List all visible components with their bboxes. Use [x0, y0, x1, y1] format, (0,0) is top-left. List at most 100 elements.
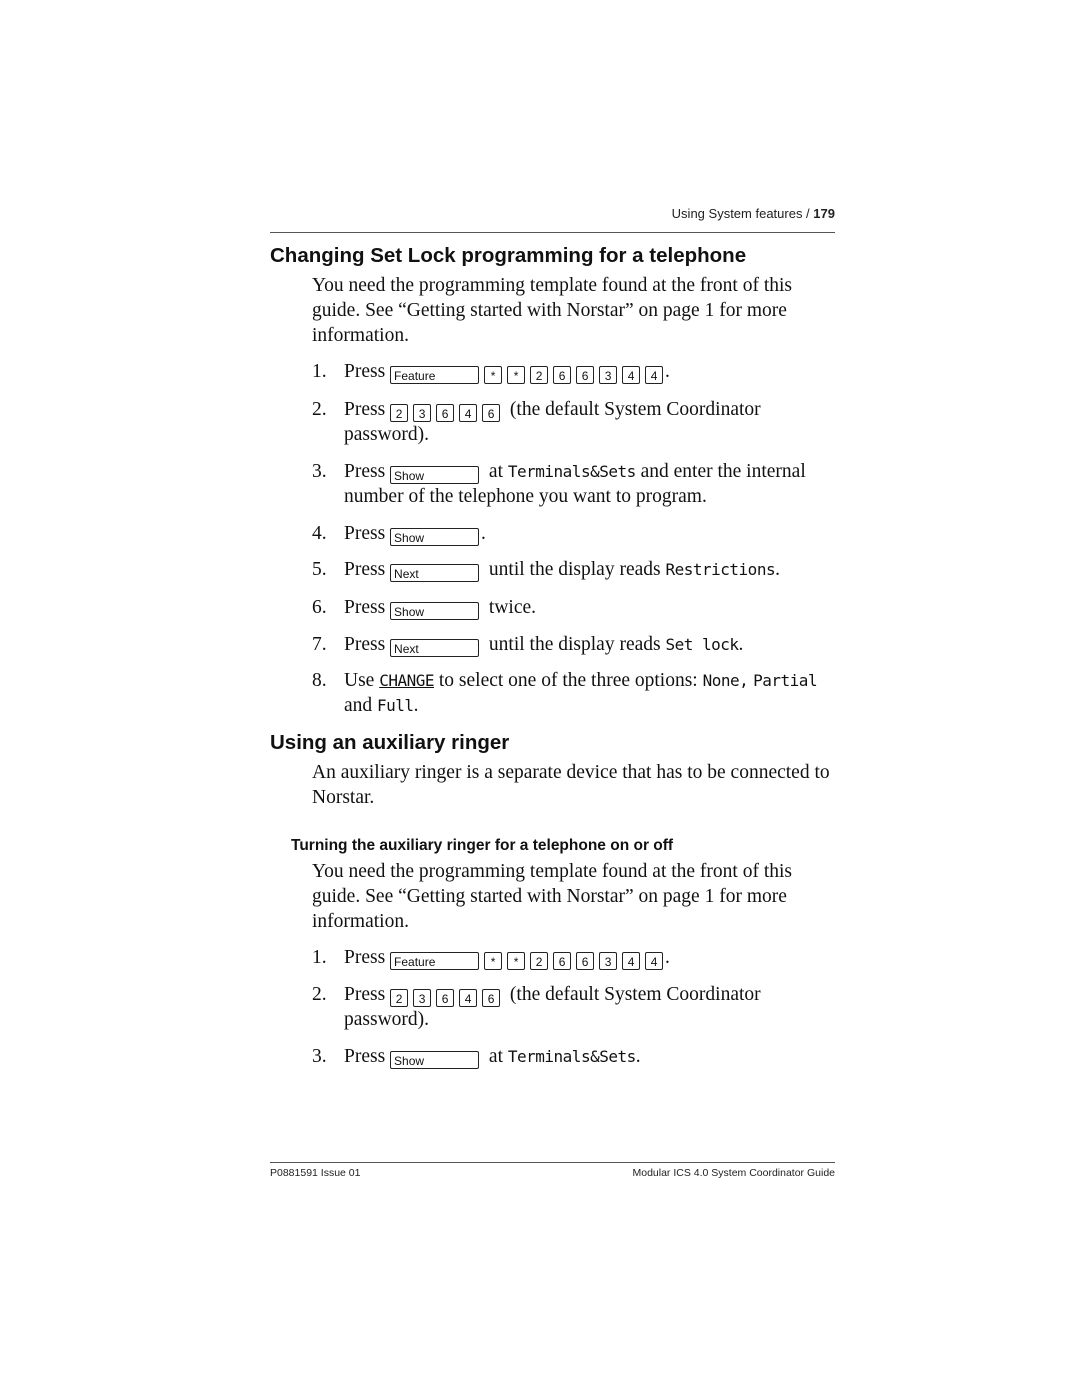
step-text: Press — [344, 597, 386, 618]
step-text: Use — [344, 670, 375, 691]
step-number: 1. — [312, 361, 327, 382]
step-text: Press — [344, 634, 386, 655]
key-digit[interactable]: 4 — [622, 952, 641, 970]
header-rule — [270, 232, 835, 233]
step-text: Press — [344, 361, 386, 382]
show-key[interactable]: Show — [390, 466, 480, 484]
step-text: Press — [344, 399, 386, 420]
feature-key[interactable]: Feature — [390, 952, 480, 970]
step-3: 3. Press Show at Terminals&Sets. — [312, 1044, 842, 1069]
key-digit[interactable]: 2 — [390, 404, 409, 422]
step-3: 3. Press Show at Terminals&Sets and ente… — [312, 459, 842, 509]
footer-guide-title: Modular ICS 4.0 System Coordinator Guide — [632, 1167, 835, 1179]
key-star[interactable]: * — [507, 366, 526, 384]
step-number: 2. — [312, 399, 327, 420]
footer-doc-number: P0881591 Issue 01 — [270, 1167, 361, 1179]
show-key[interactable]: Show — [390, 528, 480, 546]
step-number: 1. — [312, 947, 327, 968]
section1-intro: You need the programming template found … — [312, 275, 793, 346]
step-text: twice. — [488, 597, 537, 618]
display-text: Set lock — [665, 635, 739, 654]
header-section: Using System features / — [671, 206, 814, 221]
step-text: Press — [344, 947, 386, 968]
step-1: 1. Press Feature * * 2 6 6 3 4 4. — [312, 945, 842, 970]
show-key[interactable]: Show — [390, 602, 480, 620]
key-digit[interactable]: 3 — [413, 404, 432, 422]
key-digit[interactable]: 6 — [436, 404, 455, 422]
key-digit[interactable]: 6 — [482, 404, 501, 422]
key-star[interactable]: * — [484, 366, 503, 384]
step-text: Press — [344, 461, 386, 482]
step-text: . — [775, 559, 780, 580]
step-text: Press — [344, 984, 386, 1005]
section-title-set-lock: Changing Set Lock programming for a tele… — [270, 244, 747, 267]
next-key[interactable]: Next — [390, 564, 480, 582]
key-digit[interactable]: 3 — [599, 366, 618, 384]
key-digit[interactable]: 6 — [553, 366, 572, 384]
running-header: Using System features / 179 — [270, 206, 835, 221]
section2-intro: An auxiliary ringer is a separate device… — [312, 762, 830, 808]
step-number: 6. — [312, 597, 327, 618]
key-digit[interactable]: 2 — [530, 366, 549, 384]
step-text: . — [665, 947, 670, 968]
key-digit[interactable]: 4 — [459, 989, 478, 1007]
step-number: 3. — [312, 461, 327, 482]
step-number: 3. — [312, 1046, 327, 1067]
key-star[interactable]: * — [484, 952, 503, 970]
step-text: until the display reads — [488, 634, 661, 655]
step-number: 2. — [312, 984, 327, 1005]
step-7: 7. Press Next until the display reads Se… — [312, 632, 842, 657]
step-5: 5. Press Next until the display reads Re… — [312, 557, 842, 582]
subsection-intro: You need the programming template found … — [312, 861, 793, 932]
footer-rule — [270, 1162, 835, 1163]
step-4: 4. Press Show. — [312, 521, 842, 546]
step-number: 4. — [312, 523, 327, 544]
step-text: Press — [344, 1046, 386, 1067]
change-display-button[interactable]: CHANGE — [379, 671, 434, 690]
step-text: at — [488, 1046, 503, 1067]
step-number: 8. — [312, 670, 327, 691]
step-number: 7. — [312, 634, 327, 655]
key-digit[interactable]: 4 — [645, 366, 664, 384]
show-key[interactable]: Show — [390, 1051, 480, 1069]
key-digit[interactable]: 4 — [622, 366, 641, 384]
key-digit[interactable]: 4 — [459, 404, 478, 422]
key-digit[interactable]: 6 — [482, 989, 501, 1007]
key-digit[interactable]: 6 — [553, 952, 572, 970]
key-digit[interactable]: 3 — [413, 989, 432, 1007]
display-text: Terminals&Sets — [507, 1047, 636, 1066]
step-text: Press — [344, 523, 386, 544]
step-text: . — [481, 523, 486, 544]
key-digit[interactable]: 2 — [530, 952, 549, 970]
key-digit[interactable]: 3 — [599, 952, 618, 970]
page-number: 179 — [813, 206, 835, 221]
key-star[interactable]: * — [507, 952, 526, 970]
step-text: until the display reads — [488, 559, 661, 580]
feature-key[interactable]: Feature — [390, 366, 480, 384]
key-digit[interactable]: 4 — [645, 952, 664, 970]
subsection-title: Turning the auxiliary ringer for a telep… — [291, 837, 674, 854]
step-text: . — [635, 1046, 641, 1067]
step-2: 2. Press 23646 (the default System Coord… — [312, 397, 842, 447]
step-1: 1. Press Feature * * 2 6 6 3 4 4. — [312, 359, 842, 384]
option-full: Full — [377, 696, 414, 715]
key-digit[interactable]: 6 — [576, 952, 595, 970]
step-number: 5. — [312, 559, 327, 580]
step-text: and — [344, 695, 373, 716]
display-text: Restrictions — [665, 560, 776, 579]
option-partial: Partial — [753, 671, 818, 690]
option-none: None, — [702, 671, 749, 690]
key-digit[interactable]: 6 — [576, 366, 595, 384]
step-2: 2. Press 23646 (the default System Coord… — [312, 982, 842, 1032]
step-text: to select one of the three options: — [438, 670, 698, 691]
step-text: . — [413, 695, 419, 716]
step-text: at — [488, 461, 503, 482]
step-text: Press — [344, 559, 386, 580]
step-text: . — [665, 361, 670, 382]
step-6: 6. Press Show twice. — [312, 595, 842, 620]
key-digit[interactable]: 2 — [390, 989, 409, 1007]
next-key[interactable]: Next — [390, 639, 480, 657]
key-digit[interactable]: 6 — [436, 989, 455, 1007]
section-title-auxiliary-ringer: Using an auxiliary ringer — [270, 731, 510, 754]
display-text: Terminals&Sets — [507, 462, 636, 481]
